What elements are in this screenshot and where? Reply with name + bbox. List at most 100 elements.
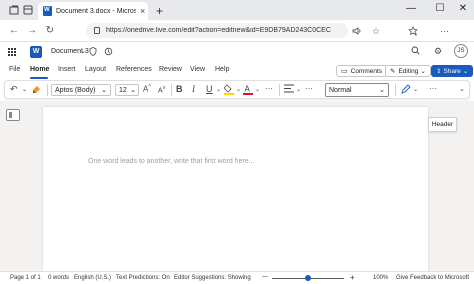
separator [171,84,172,96]
tab-close-icon[interactable]: × [140,6,145,16]
header-tooltip[interactable]: Header [428,117,457,132]
search-icon[interactable] [411,46,420,57]
font-size-select[interactable]: 12 ⌄ [115,84,139,96]
word-app-header: W Document 3 ⌄ ⚙ JS [0,42,474,62]
size-chevron-icon: ⌄ [130,87,136,94]
more-font-options-icon[interactable]: ··· [265,84,273,93]
pencil-icon: ✎ [390,68,396,75]
font-name-select[interactable]: Aptos (Body) ⌄ [51,84,111,96]
tab-insert[interactable]: Insert [58,66,76,73]
word-doc-icon [43,6,52,16]
shield-icon[interactable] [89,47,97,58]
tab-review[interactable]: Review [159,66,182,73]
separator [279,84,280,96]
tab-layout[interactable]: Layout [85,66,106,73]
style-value: Normal [329,86,352,94]
tab-actions-icon[interactable] [22,4,34,16]
settings-gear-icon[interactable]: ⚙ [434,46,442,57]
home-ribbon: ↶ ⌄ Aptos (Body) ⌄ 12 ⌄ A^ Av B I U ⌄ ⌄ … [4,80,470,99]
editing-tools-icon[interactable] [401,84,411,96]
editing-label: Editing [398,67,419,75]
comments-label: Comments [350,67,383,75]
address-bar: ← → ↻ https://onedrive.live.com/edit?act… [0,20,474,42]
more-paragraph-icon[interactable]: ··· [305,84,313,93]
favorite-star-icon[interactable]: ☆ [372,26,380,37]
tab-view[interactable]: View [190,66,205,73]
status-bar: Page 1 of 1 0 words English (U.S.) Text … [0,271,474,284]
tab-references[interactable]: References [116,66,152,73]
editing-tools-chevron-icon[interactable]: ⌄ [413,86,418,93]
forward-button[interactable]: → [26,25,38,36]
undo-icon[interactable]: ↶ [10,84,18,95]
undo-chevron-icon[interactable]: ⌄ [22,86,27,93]
svg-text:A: A [245,85,251,94]
tab-help[interactable]: Help [215,66,229,73]
word-logo: W [30,46,42,58]
lock-icon [94,27,100,34]
sync-icon[interactable] [104,47,113,58]
separator [47,84,48,96]
tab-file[interactable]: File [9,66,20,73]
zoom-out-button[interactable]: — [262,274,268,280]
close-window-button[interactable]: ✕ [456,3,470,14]
bold-icon[interactable]: B [176,84,183,94]
comments-button[interactable]: ▭ Comments [336,65,388,77]
zoom-slider-thumb[interactable] [305,275,311,281]
user-avatar[interactable]: JS [454,44,468,58]
share-button[interactable]: ⇪ Share ⌄ [431,65,474,77]
font-color-icon[interactable]: A [243,84,253,97]
url-field[interactable]: https://onedrive.live.com/edit?action=ed… [86,23,348,38]
active-tab-indicator [30,77,48,79]
ribbon-collapse-chevron-icon[interactable]: ⌄ [459,85,465,93]
back-button[interactable]: ← [8,25,20,36]
document-placeholder[interactable]: One word leads to another, write that fi… [88,158,255,165]
more-browser-icon[interactable]: ··· [440,26,449,36]
page-count[interactable]: Page 1 of 1 [10,275,41,281]
zoom-level[interactable]: 100% [373,275,388,281]
font-chevron-icon: ⌄ [101,87,107,94]
underline-chevron-icon[interactable]: ⌄ [216,86,221,93]
underline-icon[interactable]: U [206,84,213,94]
language-status[interactable]: English (U.S.) [74,275,111,281]
maximize-button[interactable]: ☐ [433,3,447,14]
feedback-link[interactable]: Give Feedback to Microsoft [396,275,469,281]
editor-suggestions-status[interactable]: Editor Suggestions: Showing [174,275,251,281]
workspaces-icon[interactable] [8,4,20,16]
favorites-icon[interactable] [408,26,418,38]
browser-tab-bar: Document 3.docx - Microsoft × + — ☐ ✕ [0,0,474,20]
app-launcher-icon[interactable] [8,48,16,56]
browser-tab-active[interactable]: Document 3.docx - Microsoft × [38,2,148,20]
tab-home[interactable]: Home [30,66,49,73]
align-chevron-icon[interactable]: ⌄ [296,86,301,93]
italic-icon[interactable]: I [192,84,195,94]
shrink-font-icon[interactable]: Av [158,85,165,94]
style-select[interactable]: Normal ⌄ [325,83,389,97]
grow-font-icon[interactable]: A^ [143,84,151,94]
zoom-slider[interactable] [272,275,344,281]
highlight-chevron-icon[interactable]: ⌄ [236,86,241,93]
editing-mode-button[interactable]: ✎ Editing ⌄ [385,65,431,77]
text-predictions-status[interactable]: Text Predictions: On [116,275,170,281]
new-tab-button[interactable]: + [156,4,163,18]
chevron-down-icon: ⌄ [420,68,426,75]
more-ribbon-icon[interactable]: ··· [429,84,437,93]
font-name-value: Aptos (Body) [55,86,96,94]
navigation-pane-icon[interactable] [6,109,20,121]
tab-title: Document 3.docx - Microsoft [56,7,136,15]
font-color-chevron-icon[interactable]: ⌄ [255,86,260,93]
minimize-button[interactable]: — [404,3,418,14]
align-icon[interactable] [284,84,294,95]
word-count[interactable]: 0 words [48,275,69,281]
separator [395,84,396,96]
zoom-in-button[interactable]: + [350,273,355,282]
share-chevron-icon: ⌄ [462,68,469,75]
comment-icon: ▭ [341,68,348,75]
format-painter-icon[interactable] [32,84,42,96]
read-aloud-icon[interactable] [352,26,362,38]
document-page[interactable]: One word leads to another, write that fi… [43,107,428,271]
highlight-icon[interactable] [223,84,234,97]
share-label: Share [443,67,461,75]
refresh-button[interactable]: ↻ [44,25,56,36]
share-icon: ⇪ [436,68,442,75]
title-chevron-icon[interactable]: ⌄ [80,47,86,55]
